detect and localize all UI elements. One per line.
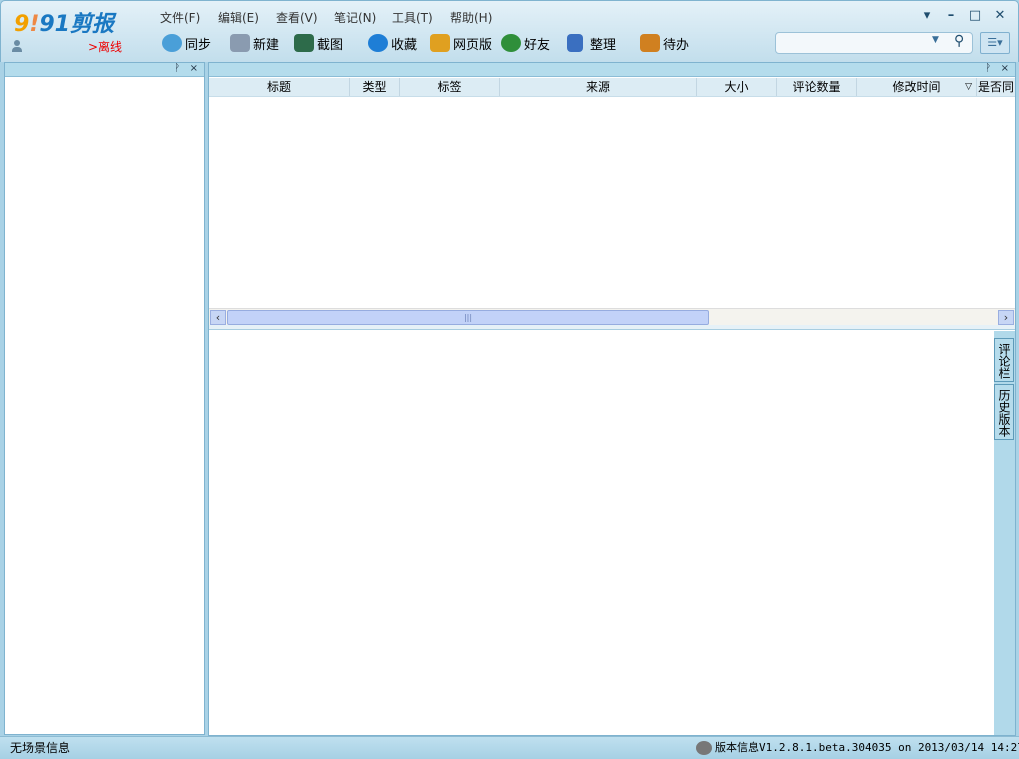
user-icon[interactable]: [12, 40, 22, 52]
close-icon[interactable]: ✕: [992, 8, 1008, 24]
menu-tools[interactable]: 工具(T): [392, 9, 433, 26]
scroll-thumb[interactable]: |||: [227, 310, 709, 325]
close-panel-icon[interactable]: ×: [1001, 63, 1009, 74]
tab-history[interactable]: 历史版本: [994, 384, 1014, 440]
screenshot-button[interactable]: 截图: [294, 33, 343, 53]
pin-icon[interactable]: ᚹ: [985, 63, 991, 74]
add-friend-icon: [501, 34, 521, 52]
menu-note[interactable]: 笔记(N): [334, 9, 376, 26]
sort-desc-icon: ▽: [965, 82, 972, 92]
new-button[interactable]: 新建: [230, 33, 279, 53]
pin-icon[interactable]: ᚹ: [174, 63, 180, 74]
right-panel: ᚹ ×: [208, 62, 1016, 736]
maximize-icon[interactable]: □: [967, 8, 983, 24]
search-dropdown-icon[interactable]: ▼: [932, 35, 939, 45]
column-modified[interactable]: 修改时间 ▽: [857, 78, 977, 96]
left-panel-header: ᚹ ×: [5, 63, 204, 77]
pane-splitter[interactable]: [209, 325, 1015, 330]
note-list-header: 标题 类型 标签 来源 大小 评论数量 修改时间 ▽ 是否同: [209, 78, 1015, 97]
scroll-right-icon[interactable]: ›: [998, 310, 1014, 325]
list-icon: ☰▾: [987, 36, 1003, 49]
search-icon[interactable]: ⚲: [954, 33, 964, 49]
app-logo: 9!91剪报: [14, 12, 114, 37]
ie-favorite-icon: [368, 34, 388, 52]
right-panel-header: ᚹ ×: [209, 63, 1015, 77]
dropdown-window-icon[interactable]: ▾: [919, 8, 935, 24]
chat-bubble-icon: [696, 741, 712, 755]
tab-comments[interactable]: 评论栏: [994, 338, 1014, 382]
column-comments[interactable]: 评论数量: [777, 78, 857, 96]
offline-status[interactable]: >离线: [88, 38, 122, 55]
new-note-icon: [230, 34, 250, 52]
close-panel-icon[interactable]: ×: [190, 63, 198, 74]
view-mode-button[interactable]: ☰▾: [980, 32, 1010, 54]
version-info: 版本信息V1.2.8.1.beta.304035 on 2013/03/14 1…: [715, 741, 1019, 754]
status-bar: 无场景信息 版本信息V1.2.8.1.beta.304035 on 2013/0…: [0, 736, 1019, 759]
organize-icon: [567, 34, 583, 52]
column-synced[interactable]: 是否同: [977, 78, 1015, 96]
screenshot-icon: [294, 34, 314, 52]
minimize-icon[interactable]: –: [943, 8, 959, 24]
scroll-left-icon[interactable]: ‹: [210, 310, 226, 325]
column-tags[interactable]: 标签: [400, 78, 500, 96]
horizontal-scrollbar[interactable]: ‹ ||| ›: [209, 308, 1015, 325]
menu-edit[interactable]: 编辑(E): [218, 9, 259, 26]
web-version-button[interactable]: 网页版: [430, 33, 492, 53]
search-box: ▼ ⚲: [775, 32, 973, 54]
menu-help[interactable]: 帮助(H): [450, 9, 492, 26]
menu-file[interactable]: 文件(F): [160, 9, 200, 26]
friends-button[interactable]: 好友: [501, 33, 550, 53]
left-panel: ᚹ ×: [4, 62, 205, 735]
todo-icon: [640, 34, 660, 52]
column-size[interactable]: 大小: [697, 78, 777, 96]
todo-button[interactable]: 待办: [640, 33, 689, 53]
column-title[interactable]: 标题: [209, 78, 350, 96]
scene-info: 无场景信息: [10, 741, 71, 755]
sync-icon: [162, 34, 182, 52]
favorite-button[interactable]: 收藏: [368, 33, 417, 53]
menu-view[interactable]: 查看(V): [276, 9, 318, 26]
column-type[interactable]: 类型: [350, 78, 400, 96]
web-edit-icon: [430, 34, 450, 52]
column-source[interactable]: 来源: [500, 78, 697, 96]
sync-button[interactable]: 同步: [162, 33, 211, 53]
organize-button[interactable]: 整理: [567, 33, 616, 53]
search-input[interactable]: [776, 33, 926, 53]
